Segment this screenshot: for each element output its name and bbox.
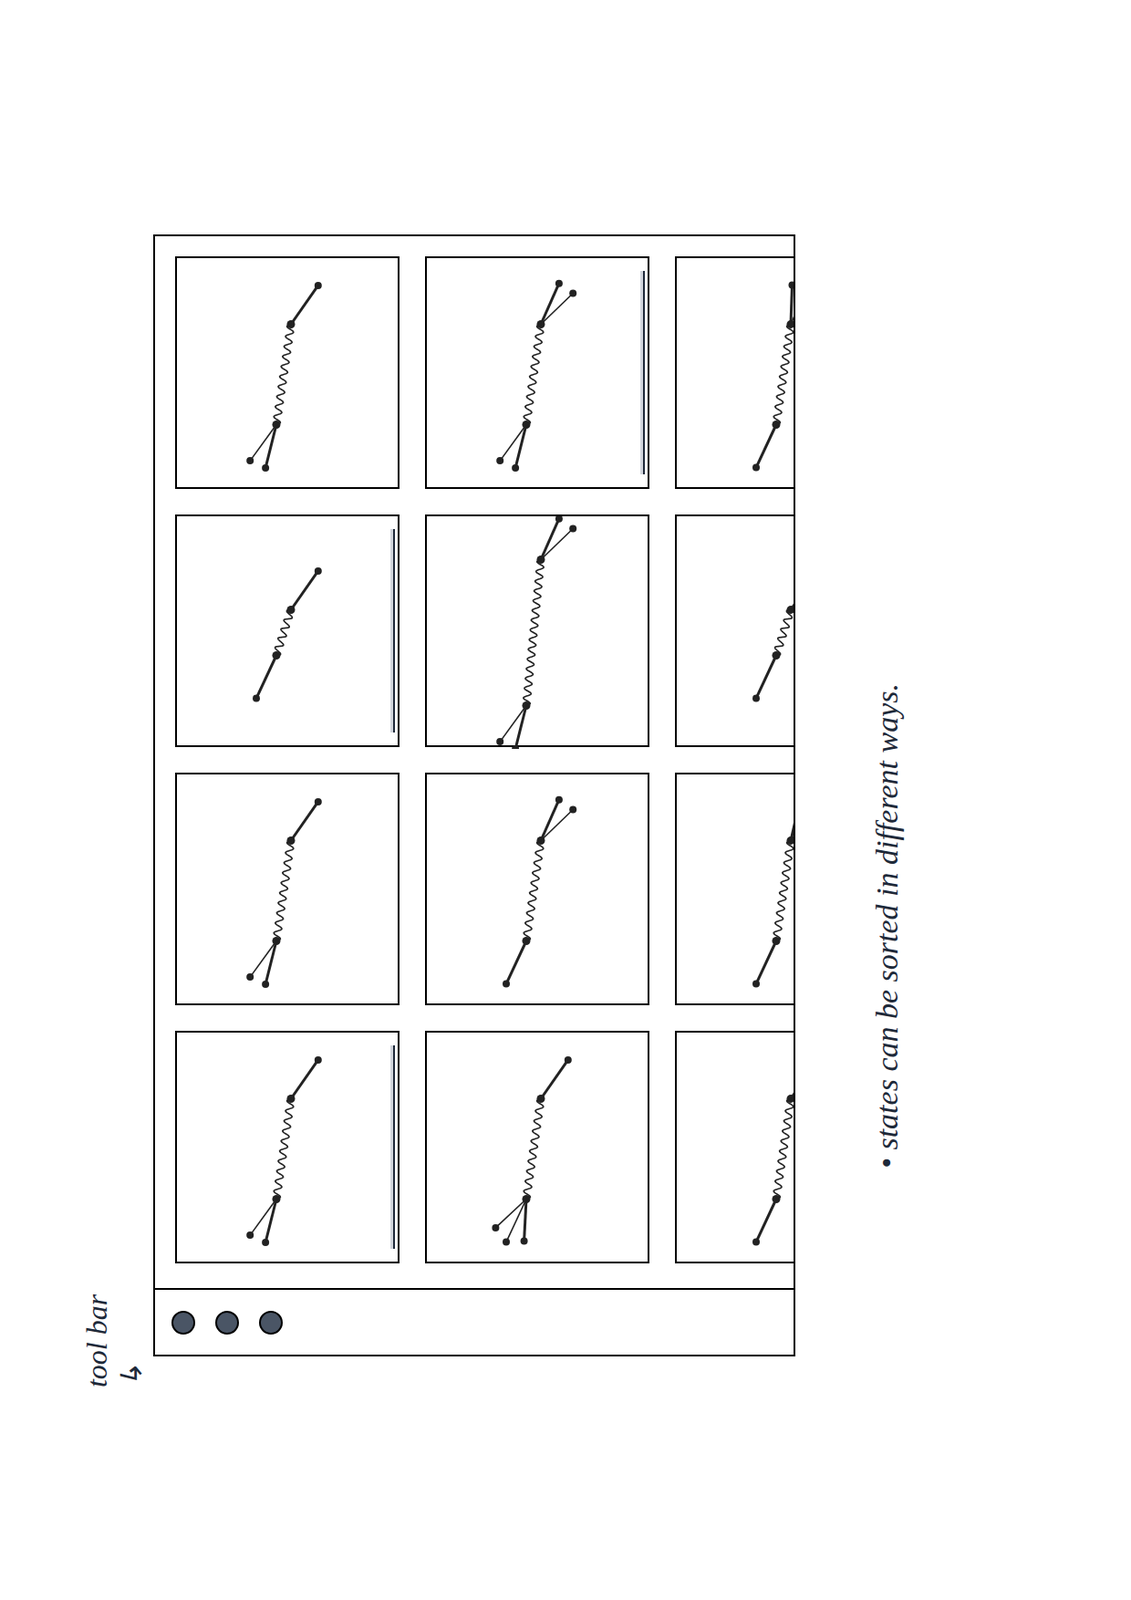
toolbar-label: tool bar	[79, 1294, 115, 1388]
state-diagram	[176, 774, 391, 1007]
state-card[interactable]	[425, 514, 650, 748]
state-diagram	[426, 774, 641, 1007]
toolbar-button[interactable]	[259, 1310, 283, 1335]
selection-bar	[390, 1045, 395, 1249]
toolbar-annotation: tool bar ↳	[79, 1294, 150, 1388]
state-diagram	[176, 1032, 391, 1266]
state-card[interactable]	[674, 514, 794, 748]
state-card[interactable]	[425, 1030, 650, 1264]
selection-bar	[640, 1045, 645, 1249]
state-card[interactable]	[175, 514, 400, 748]
state-diagram	[176, 258, 391, 491]
state-card[interactable]	[175, 772, 400, 1006]
state-diagram	[426, 1032, 641, 1266]
state-diagram	[426, 516, 641, 749]
selection-bar	[640, 529, 645, 733]
toolbar-button[interactable]	[171, 1310, 196, 1335]
arrow-icon: ↳	[114, 1294, 149, 1388]
state-diagram	[676, 774, 794, 1007]
selection-bar	[640, 787, 645, 991]
selection-bar	[640, 270, 645, 475]
state-card[interactable]	[674, 772, 794, 1006]
state-diagram	[676, 258, 794, 491]
states-row	[175, 1030, 794, 1264]
states-row	[175, 256, 794, 489]
state-card[interactable]	[175, 256, 400, 489]
state-card[interactable]	[425, 256, 650, 489]
selection-bar	[390, 529, 395, 733]
state-diagram	[676, 1032, 794, 1266]
state-card[interactable]	[674, 256, 794, 489]
state-card[interactable]	[425, 772, 650, 1006]
state-diagram	[176, 516, 391, 749]
state-diagram	[426, 258, 641, 491]
state-card[interactable]	[674, 1030, 794, 1264]
toolbar	[155, 1287, 794, 1355]
app-window	[153, 234, 796, 1357]
state-card[interactable]	[175, 1030, 400, 1264]
note-annotation: • states can be sorted in different ways…	[863, 683, 911, 1169]
sketch-page: tool bar ↳ • states can be sorted in dif…	[0, 0, 1131, 1600]
states-row	[175, 772, 794, 1006]
states-row	[175, 514, 794, 748]
toolbar-button[interactable]	[215, 1310, 239, 1335]
states-grid	[155, 236, 794, 1288]
state-diagram	[676, 516, 794, 749]
